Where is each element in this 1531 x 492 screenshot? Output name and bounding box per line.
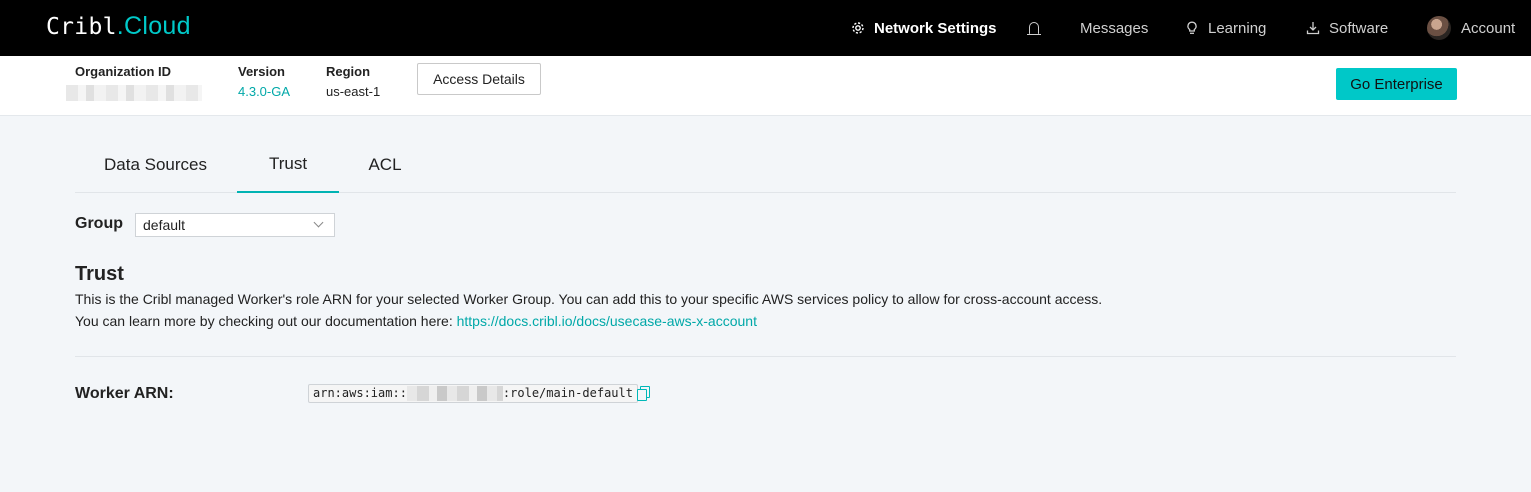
nav-learning[interactable]: Learning [1185,18,1266,38]
settings-tabs: Data Sources Trust ACL [75,136,1456,193]
region-value: us-east-1 [326,84,381,99]
tab-acl[interactable]: ACL [355,136,415,193]
organization-id-redacted [66,85,202,101]
region-label: Region [326,64,371,79]
version-label: Version [238,64,285,79]
organization-info-bar: Organization ID Version 4.3.0-GA Region … [0,56,1531,116]
tab-data-sources[interactable]: Data Sources [88,136,223,193]
access-details-button[interactable]: Access Details [417,63,541,95]
copy-icon[interactable] [637,386,650,401]
tab-trust[interactable]: Trust [237,136,339,193]
arn-prefix: arn:aws:iam:: [313,386,407,400]
nav-software[interactable]: Software [1306,18,1388,38]
bell-icon [1027,22,1041,35]
organization-id-label: Organization ID [75,64,172,79]
lightbulb-icon [1185,21,1199,35]
download-icon [1306,21,1320,35]
top-navigation-bar: Cribl.Cloud Network Settings Messages Le… [0,0,1531,56]
nav-learning-label: Learning [1208,19,1267,37]
nav-network-settings-label: Network Settings [874,19,997,37]
nav-network-settings[interactable]: Network Settings [851,18,997,38]
version-value[interactable]: 4.3.0-GA [238,84,290,99]
trust-docs-line: You can learn more by checking out our d… [75,313,757,329]
cribl-cloud-logo[interactable]: Cribl.Cloud [46,12,191,41]
section-divider [75,356,1456,357]
go-enterprise-button[interactable]: Go Enterprise [1336,68,1457,100]
nav-account[interactable]: Account [1427,16,1515,40]
nav-messages[interactable]: Messages [1080,18,1148,38]
group-select-value: default [143,217,186,233]
trust-heading: Trust [75,263,124,285]
trust-description: This is the Cribl managed Worker's role … [75,291,1103,307]
avatar [1427,16,1451,40]
nav-notifications[interactable] [1027,18,1041,38]
trust-docs-prefix: You can learn more by checking out our d… [75,313,457,329]
nav-messages-label: Messages [1080,19,1149,37]
group-label: Group [75,215,123,232]
nav-software-label: Software [1329,19,1389,37]
group-select[interactable]: default [135,213,335,237]
worker-arn-label: Worker ARN: [75,385,174,402]
worker-arn-value: arn:aws:iam:::role/main-default [308,384,638,403]
documentation-link[interactable]: https://docs.cribl.io/docs/usecase-aws-x… [457,313,757,329]
account-id-redacted [406,386,503,401]
nav-account-label: Account [1461,19,1516,37]
chevron-down-icon [313,217,324,228]
gear-icon [851,21,865,35]
arn-suffix: :role/main-default [502,386,633,400]
